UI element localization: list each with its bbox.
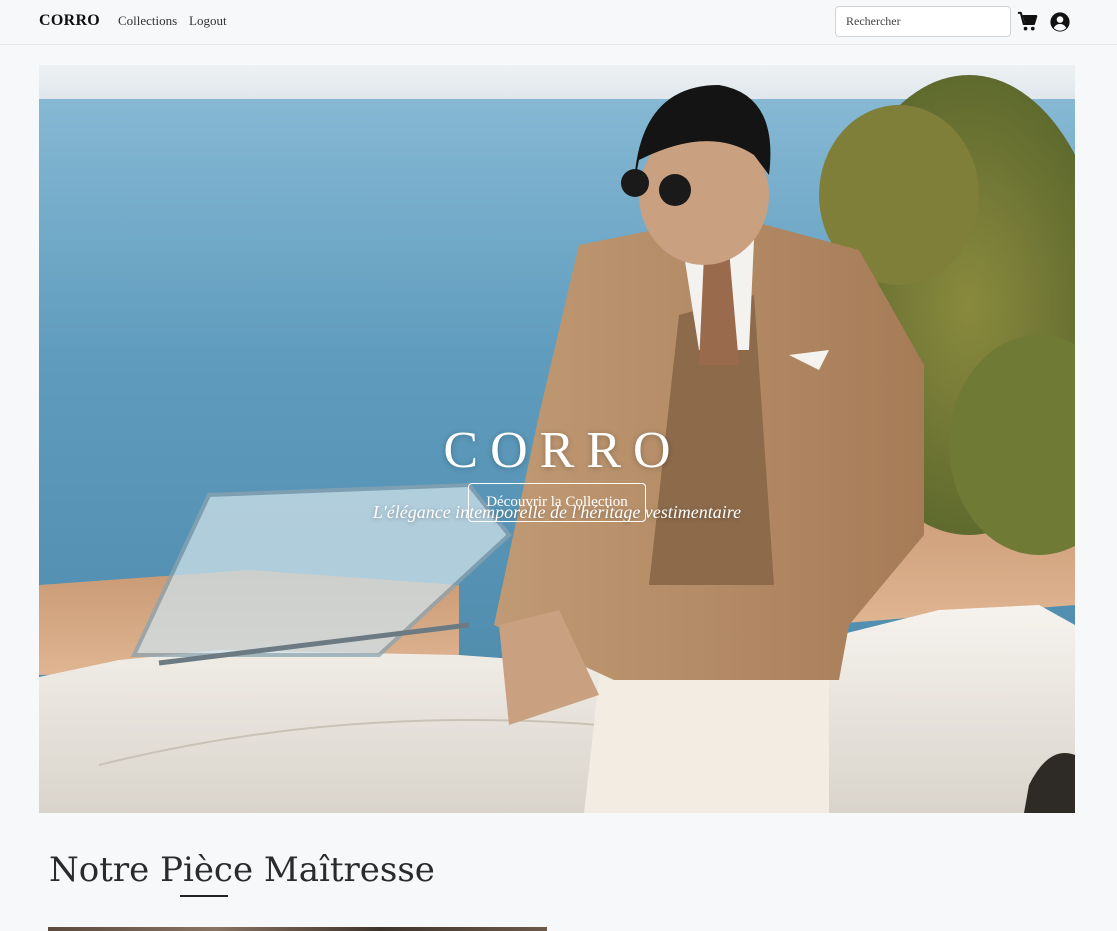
- section-title-underline: [180, 895, 228, 897]
- nav-link-logout[interactable]: Logout: [189, 13, 227, 29]
- discover-collection-button[interactable]: Découvrir la Collection: [468, 483, 646, 522]
- hero-banner: CORRO L'élégance intemporelle de l'hérit…: [39, 65, 1075, 813]
- hero-title: CORRO: [443, 422, 683, 479]
- navbar: CORRO Collections Logout: [0, 0, 1117, 45]
- nav-link-collections[interactable]: Collections: [118, 13, 177, 29]
- brand-logo[interactable]: CORRO: [39, 12, 100, 30]
- cart-icon[interactable]: [1017, 11, 1039, 33]
- featured-product-image[interactable]: [48, 927, 547, 931]
- search-input[interactable]: [835, 6, 1011, 37]
- user-circle-icon[interactable]: [1049, 11, 1071, 33]
- featured-section-title: Notre Pièce Maîtresse: [49, 850, 435, 890]
